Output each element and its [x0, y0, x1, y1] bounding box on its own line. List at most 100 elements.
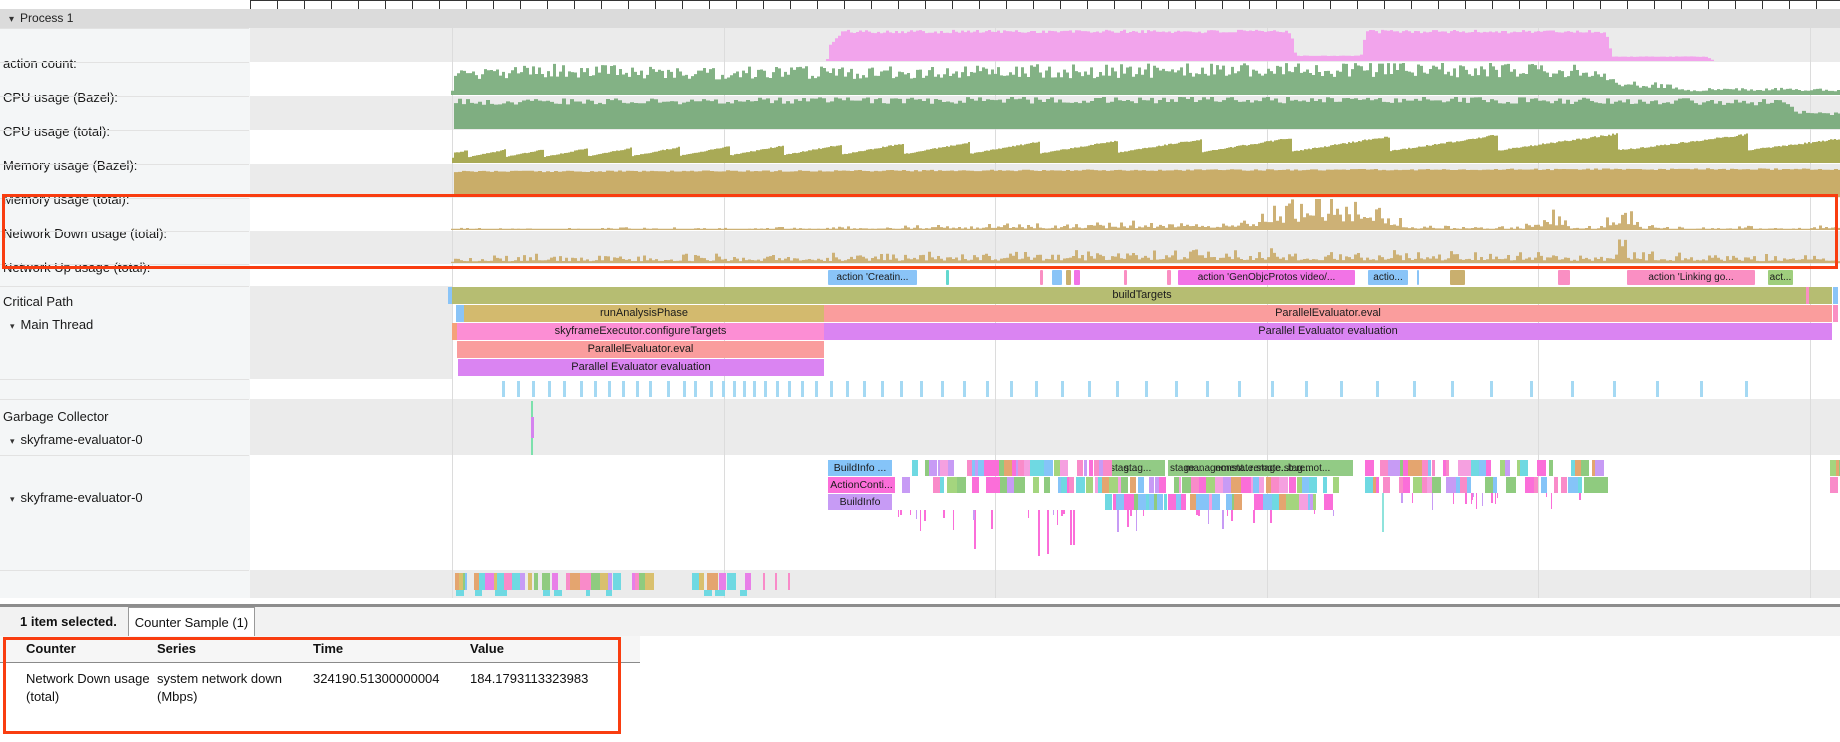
mosaic-slice[interactable]: [1549, 460, 1554, 476]
mosaic-sub-slice[interactable]: [606, 590, 612, 596]
mosaic-slice[interactable]: [1323, 477, 1328, 493]
mosaic-slice[interactable]: [1413, 477, 1422, 493]
mosaic-slice[interactable]: [1541, 477, 1547, 493]
gc-event-tick[interactable]: [941, 381, 944, 397]
mosaic-slice[interactable]: [1121, 477, 1129, 493]
sidebar-track-label[interactable]: CPU usage (Bazel):: [0, 90, 251, 105]
mosaic-sub-slice[interactable]: [478, 590, 481, 596]
mosaic-slice[interactable]: [1263, 494, 1271, 510]
gc-event-tick[interactable]: [1745, 381, 1748, 397]
mosaic-slice[interactable]: [1463, 460, 1471, 476]
mosaic-slice[interactable]: [1168, 494, 1177, 510]
gc-event-tick[interactable]: [502, 381, 505, 397]
mosaic-slice[interactable]: [1033, 477, 1039, 493]
thread-slice[interactable]: [1806, 287, 1809, 304]
mosaic-slice[interactable]: [1309, 477, 1317, 493]
mosaic-slice[interactable]: [1486, 460, 1491, 476]
mosaic-slice[interactable]: [1215, 477, 1223, 493]
mosaic-slice[interactable]: [1069, 477, 1074, 493]
mosaic-slice[interactable]: [984, 460, 992, 476]
mosaic-sub-slice[interactable]: [722, 590, 725, 596]
gc-event-tick[interactable]: [743, 381, 746, 397]
gc-event-tick[interactable]: [776, 381, 779, 397]
gc-event-tick[interactable]: [608, 381, 611, 397]
mosaic-slice[interactable]: [745, 573, 751, 590]
sidebar-track-label[interactable]: ▾skyframe-evaluator-0: [0, 432, 248, 447]
gc-event-tick[interactable]: [649, 381, 652, 397]
skyframe-slice-labeled[interactable]: BuildInfo ...: [828, 460, 892, 476]
mosaic-slice[interactable]: [485, 573, 492, 590]
gc-event-tick[interactable]: [1413, 381, 1416, 397]
mosaic-slice[interactable]: [570, 573, 580, 590]
mosaic-slice[interactable]: [520, 573, 525, 590]
mosaic-slice[interactable]: [1060, 460, 1068, 476]
mosaic-slice[interactable]: [1130, 477, 1135, 493]
gc-event-tick[interactable]: [667, 381, 670, 397]
mosaic-slice[interactable]: [1231, 477, 1241, 493]
counter-chart-network-down-usage-total-[interactable]: [250, 198, 1840, 231]
mosaic-slice[interactable]: [512, 573, 520, 590]
gc-event-tick[interactable]: [580, 381, 583, 397]
gc-event-tick[interactable]: [1116, 381, 1119, 397]
gc-event-tick[interactable]: [722, 381, 725, 397]
sidebar-track-label[interactable]: Memory usage (Bazel):: [0, 158, 251, 173]
mosaic-sub-slice[interactable]: [704, 590, 712, 596]
mosaic-sub-slice[interactable]: [495, 590, 500, 596]
mosaic-slice[interactable]: [957, 477, 966, 493]
thread-slice[interactable]: ParallelEvaluator.eval: [824, 305, 1832, 322]
critical-path-slice[interactable]: action 'Linking go...: [1627, 270, 1755, 285]
sidebar-track-label[interactable]: CPU usage (total):: [0, 124, 251, 139]
gc-event-tick[interactable]: [683, 381, 686, 397]
mosaic-slice[interactable]: [1568, 477, 1578, 493]
mosaic-slice[interactable]: [1299, 494, 1309, 510]
thread-slice[interactable]: [1833, 305, 1838, 322]
mosaic-slice[interactable]: [1076, 477, 1086, 493]
mosaic-sub-slice[interactable]: [543, 590, 551, 596]
sidebar-track-label[interactable]: Garbage Collector: [0, 409, 251, 424]
gc-event-tick[interactable]: [1088, 381, 1091, 397]
mosaic-slice[interactable]: [497, 573, 504, 590]
mosaic-slice[interactable]: [1448, 477, 1456, 493]
gc-event-tick[interactable]: [1305, 381, 1308, 397]
collapse-arrow-icon[interactable]: ▾: [10, 494, 15, 504]
mosaic-slice[interactable]: [1286, 494, 1293, 510]
mosaic-slice[interactable]: [1182, 477, 1191, 493]
mosaic-slice[interactable]: [1044, 460, 1053, 476]
mosaic-slice[interactable]: [977, 477, 980, 493]
mosaic-slice[interactable]: [591, 573, 601, 590]
mosaic-slice[interactable]: [1578, 477, 1582, 493]
mosaic-slice[interactable]: [1403, 477, 1410, 493]
mosaic-slice[interactable]: [1281, 477, 1288, 493]
mosaic-slice[interactable]: [1408, 460, 1417, 476]
mosaic-slice[interactable]: [1393, 460, 1400, 476]
tab-counter-sample[interactable]: Counter Sample (1): [128, 607, 255, 637]
mosaic-slice[interactable]: [613, 573, 621, 590]
mosaic-slice[interactable]: [788, 573, 790, 590]
thread-slice[interactable]: buildTargets: [452, 287, 1832, 304]
gc-event-tick[interactable]: [788, 381, 791, 397]
sidebar-track-label[interactable]: ▾Main Thread: [0, 317, 248, 332]
mosaic-slice[interactable]: [902, 477, 910, 493]
gc-event-tick[interactable]: [532, 381, 535, 397]
counter-chart-memory-usage-bazel-[interactable]: [250, 130, 1840, 164]
mosaic-slice[interactable]: [775, 573, 777, 590]
mosaic-slice[interactable]: [580, 573, 588, 590]
gc-event-tick[interactable]: [1700, 381, 1703, 397]
mosaic-slice[interactable]: [1138, 494, 1146, 510]
mosaic-slice[interactable]: [1241, 477, 1251, 493]
mosaic-slice[interactable]: [732, 573, 735, 590]
counter-chart-action-count[interactable]: [250, 28, 1840, 62]
mosaic-slice[interactable]: [1534, 477, 1539, 493]
mosaic-slice[interactable]: [1004, 460, 1013, 476]
mosaic-slice[interactable]: [1179, 477, 1181, 493]
skyframe-slice[interactable]: [1382, 493, 1384, 532]
gc-event-tick[interactable]: [1175, 381, 1178, 397]
mosaic-slice[interactable]: [912, 460, 918, 476]
collapse-arrow-icon[interactable]: ▾: [10, 321, 15, 331]
critical-path-slice[interactable]: [1167, 270, 1171, 285]
gc-event-tick[interactable]: [753, 381, 756, 397]
gc-event-tick[interactable]: [694, 381, 697, 397]
critical-path-slice[interactable]: action 'GenObjcProtos video/...: [1178, 270, 1355, 285]
mosaic-slice[interactable]: [1554, 477, 1558, 493]
gc-event-tick[interactable]: [563, 381, 566, 397]
